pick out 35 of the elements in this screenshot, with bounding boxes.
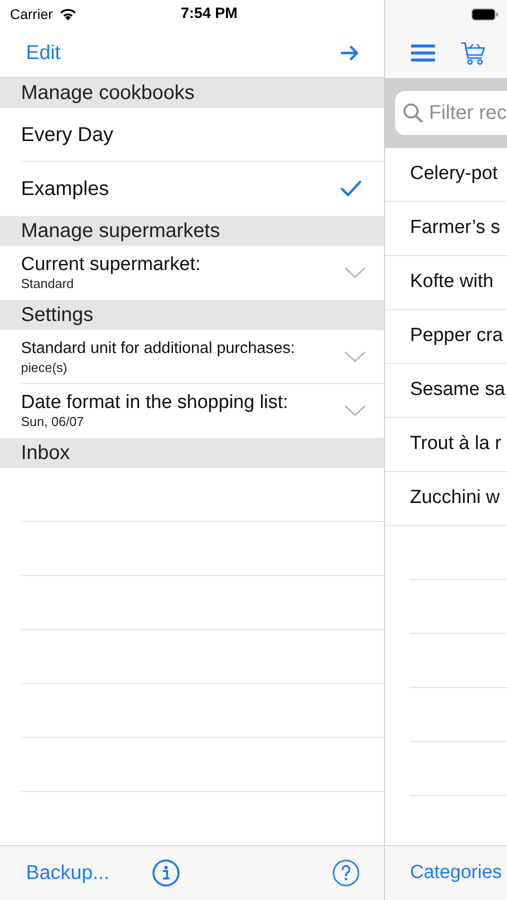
info-icon[interactable] — [152, 859, 180, 887]
shopping-cart-icon[interactable] — [460, 40, 486, 66]
chevron-down-icon[interactable] — [344, 350, 366, 362]
recipe-name[interactable]: Farmer’s s — [410, 214, 500, 243]
cookbook-row[interactable]: Every Day — [21, 108, 384, 162]
setting-value: Standard — [21, 276, 75, 292]
chevron-down-icon[interactable] — [344, 405, 366, 417]
section-title: Inbox — [21, 441, 70, 466]
wifi-icon — [58, 8, 77, 20]
recipe-name[interactable]: Trout à la r — [410, 430, 502, 459]
backup-button[interactable]: Backup... — [26, 858, 110, 888]
forward-arrow-icon[interactable] — [340, 44, 360, 60]
menu-icon[interactable] — [411, 43, 435, 63]
section-title: Manage cookbooks — [21, 81, 194, 106]
search-field[interactable]: Filter rec — [395, 91, 507, 135]
section-title: Manage supermarkets — [21, 219, 220, 244]
chevron-down-icon[interactable] — [344, 267, 366, 279]
setting-label: Standard unit for additional purchases: — [21, 338, 295, 358]
edit-button[interactable]: Edit — [26, 38, 60, 68]
battery-icon — [471, 8, 499, 20]
setting-label: Current supermarket: — [21, 254, 201, 276]
recipe-name[interactable]: Kofte with — [410, 268, 494, 297]
recipe-name[interactable]: Sesame sa — [410, 376, 506, 405]
recipe-name[interactable]: Zucchini w — [410, 484, 500, 513]
section-title: Settings — [21, 303, 94, 328]
recipe-name[interactable]: Celery-pot — [410, 160, 498, 189]
help-icon[interactable] — [332, 859, 360, 887]
carrier-label: Carrier — [10, 4, 53, 24]
setting-label: Date format in the shopping list: — [21, 392, 288, 414]
search-icon — [403, 103, 423, 123]
setting-value: piece(s) — [21, 360, 68, 376]
recipe-name[interactable]: Pepper cra — [410, 322, 503, 351]
setting-value: Sun, 06/07 — [21, 414, 85, 430]
status-time: 7:54 PM — [180, 4, 238, 24]
cookbook-row[interactable]: Examples — [21, 162, 384, 216]
